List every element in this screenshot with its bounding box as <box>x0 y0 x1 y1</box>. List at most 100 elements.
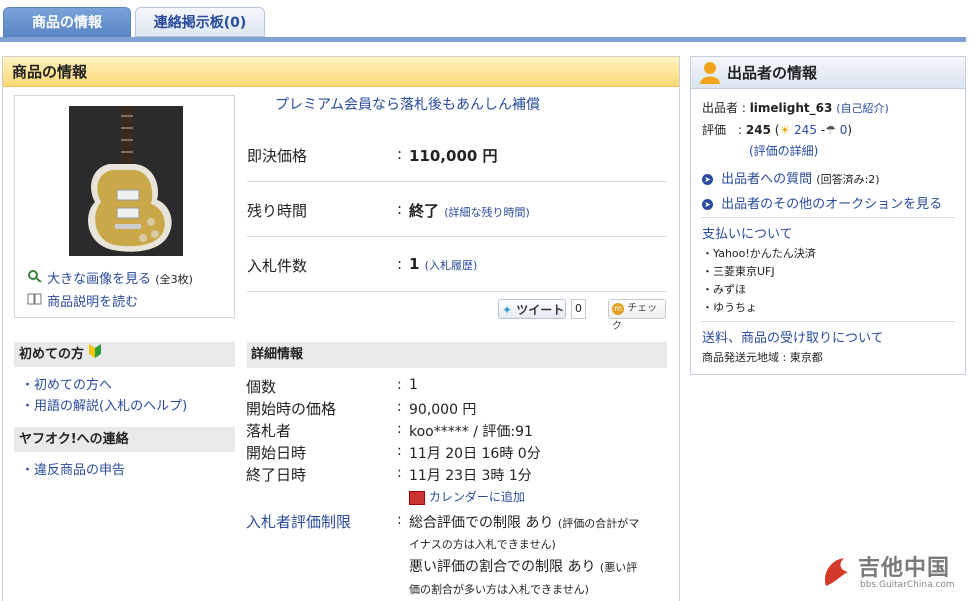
restriction-2-note-a: (悪い評 <box>599 561 638 574</box>
payment-method-item: ・ゆうちょ <box>702 301 757 314</box>
tweet-button[interactable]: ✦ ツイート <box>498 299 566 319</box>
tweet-count: 0 <box>571 299 586 319</box>
glossary-link[interactable]: ・用語の解説(入札のヘルプ) <box>21 395 187 414</box>
bid-count-value-wrap: 1 (入札履歴) <box>409 255 477 273</box>
add-to-calendar-text: カレンダーに追加 <box>428 490 525 504</box>
rating-good-link[interactable]: 245 <box>794 123 817 137</box>
ship-from-label: 商品発送元地域 : <box>702 351 787 364</box>
report-violation-text: 違反商品の申告 <box>34 463 126 478</box>
divider <box>701 217 955 218</box>
colon: : <box>397 443 402 459</box>
tab-bar: 商品の情報 連絡掲示板(0) <box>0 0 972 42</box>
detail-label-start-price: 開始時の価格 <box>246 400 337 418</box>
add-to-calendar-link[interactable]: カレンダーに追加 <box>409 488 525 505</box>
colon: : <box>397 399 402 415</box>
tab-underline <box>0 37 966 42</box>
read-description-link[interactable]: 商品説明を読む <box>47 295 138 310</box>
glossary-text: 用語の解説(入札のヘルプ) <box>34 399 188 414</box>
seller-name-link[interactable]: limelight_63 <box>750 101 833 115</box>
ship-from-row: 商品発送元地域 : 東京都 <box>702 349 823 365</box>
report-violation-link[interactable]: ・違反商品の申告 <box>21 459 125 478</box>
seller-rating-row: 評価 : 245 (☀ 245 -☂ 0) <box>702 123 853 137</box>
bid-count-row: 入札件数 : 1 (入札履歴) <box>247 237 667 292</box>
colon: : <box>397 255 403 273</box>
payment-method-text: ゆうちょ <box>713 301 757 314</box>
time-left-label: 残り時間 <box>247 202 308 220</box>
payment-method-text: Yahoo!かんたん決済 <box>713 247 816 260</box>
tweet-label: ツイート <box>516 303 565 317</box>
colon: : <box>397 377 402 393</box>
question-count: (回答済み:2) <box>816 173 880 186</box>
detail-value-start-price: 90,000 円 <box>409 402 477 418</box>
watermark-title: 吉他中国 <box>858 556 951 581</box>
bid-count-value: 1 <box>409 255 420 273</box>
detail-label-end-time: 終了日時 <box>246 466 307 484</box>
first-time-title: 初めての方 <box>19 347 85 362</box>
buyout-price-value: 110,000 円 <box>409 147 498 165</box>
book-icon <box>27 293 47 310</box>
payment-method-text: みずほ <box>713 283 746 296</box>
bid-count-label: 入札件数 <box>247 257 308 275</box>
seller-info-title: 出品者の情報 <box>727 64 818 82</box>
rating-label: 評価 : <box>702 123 743 137</box>
first-time-guide-text: 初めての方へ <box>34 378 113 393</box>
colon: : <box>397 145 403 163</box>
rating-detail-link[interactable]: (評価の詳細) <box>749 142 818 159</box>
seller-label: 出品者 : <box>702 101 746 115</box>
question-row: ➤ 出品者への質問 (回答済み:2) <box>702 168 880 187</box>
bid-history-link[interactable]: (入札履歴) <box>425 259 478 272</box>
buyout-price-row: 即決価格 : 110,000 円 <box>247 127 667 182</box>
other-auctions-row: ➤ 出品者のその他のオークションを見る <box>702 193 942 212</box>
restriction-2: 悪い評価の割合での制限 あり (悪い評 <box>409 556 637 576</box>
payment-info-link[interactable]: 支払いについて <box>702 223 793 242</box>
first-time-heading: 初めての方 <box>14 342 235 367</box>
detail-label-winner: 落札者 <box>246 422 292 440</box>
check-button[interactable]: m チェック <box>608 299 666 332</box>
image-count: (全3枚) <box>155 273 193 286</box>
rain-icon: ☂ <box>825 123 836 137</box>
ship-from-value: 東京都 <box>789 351 823 364</box>
arrow-right-icon: ➤ <box>702 174 713 185</box>
seller-info-heading: 出品者の情報 <box>691 57 965 89</box>
rating-value-link[interactable]: 245 <box>746 123 771 137</box>
self-intro-link[interactable]: (自己紹介) <box>836 102 889 115</box>
arrow-right-icon: ➤ <box>702 199 713 210</box>
tab-item-info[interactable]: 商品の情報 <box>3 7 131 37</box>
tab-message-board[interactable]: 連絡掲示板(0) <box>135 7 265 37</box>
detail-label-quantity: 個数 <box>246 378 277 396</box>
bidder-restriction-link[interactable]: 入札者評価制限 <box>246 511 351 532</box>
payment-method-item: ・三菱東京UFJ <box>702 265 775 278</box>
premium-guarantee-link[interactable]: プレミアム会員なら落札後もあんしん補償 <box>275 94 540 114</box>
magnifier-icon <box>27 270 47 287</box>
time-left-value: 終了 <box>409 202 440 220</box>
seller-name-row: 出品者 : limelight_63 (自己紹介) <box>702 99 889 116</box>
payment-method-item: ・Yahoo!かんたん決済 <box>702 247 816 260</box>
shipping-info-link[interactable]: 送料、商品の受け取りについて <box>702 327 884 346</box>
detail-value-winner: koo***** / 評価:91 <box>409 424 533 440</box>
detail-value-start-time: 11月 20日 16時 0分 <box>409 446 541 462</box>
beginner-mark-icon <box>88 344 101 362</box>
restriction-2-text: 悪い評価の割合での制限 あり <box>409 559 596 575</box>
item-photo[interactable] <box>69 106 183 256</box>
item-image-box: 大きな画像を見る (全3枚) 商品説明を読む <box>14 95 235 318</box>
detail-value-end-time: 11月 23日 3時 1分 <box>409 468 532 484</box>
large-image-link-row: 大きな画像を見る (全3枚) <box>27 268 193 287</box>
large-image-link[interactable]: 大きな画像を見る <box>47 272 151 287</box>
time-left-value-wrap: 終了 (詳細な残り時間) <box>409 200 530 221</box>
seller-info-panel: 出品者の情報 出品者 : limelight_63 (自己紹介) 評価 : 24… <box>690 56 966 375</box>
contact-heading: ヤフオク!への連絡 <box>14 427 235 452</box>
time-left-row: 残り時間 : 終了 (詳細な残り時間) <box>247 182 667 237</box>
other-auctions-link[interactable]: 出品者のその他のオークションを見る <box>721 197 942 212</box>
time-detail-link[interactable]: (詳細な残り時間) <box>444 206 530 219</box>
payment-method-item: ・みずほ <box>702 283 746 296</box>
restriction-1-note-a: (評価の合計がマ <box>557 517 640 530</box>
restriction-1: 総合評価での制限 あり (評価の合計がマ <box>409 512 639 532</box>
colon: : <box>397 200 403 218</box>
restriction-1-text: 総合評価での制限 あり <box>409 515 554 531</box>
restriction-2-note-b: 価の割合が多い方は入札できません) <box>409 583 589 596</box>
user-icon <box>698 60 722 95</box>
item-info-heading: 商品の情報 <box>3 57 679 87</box>
colon: : <box>397 421 402 437</box>
question-link[interactable]: 出品者への質問 <box>721 172 812 187</box>
first-time-guide-link[interactable]: ・初めての方へ <box>21 374 112 393</box>
